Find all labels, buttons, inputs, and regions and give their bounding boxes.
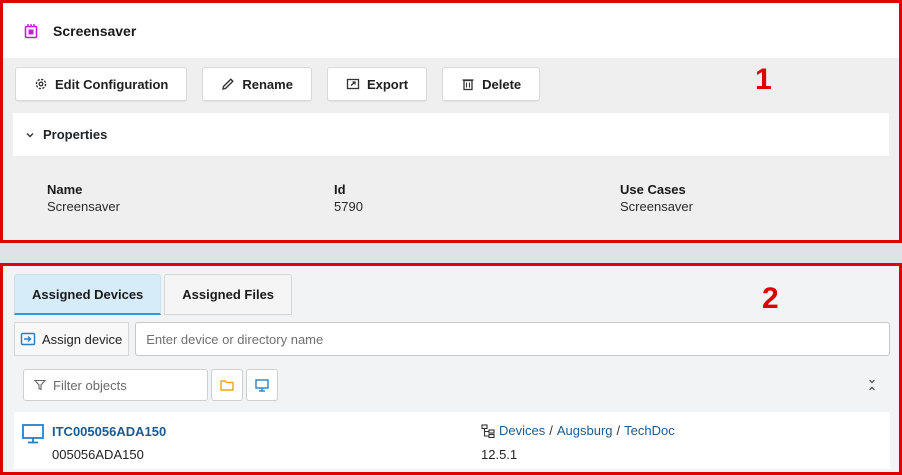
collapse-icon[interactable] [867,378,877,392]
assignment-panel: Assigned Devices Assigned Files 2 Assign… [0,263,902,475]
properties-section: Properties Name Screensaver Id 5790 Use … [13,113,889,238]
breadcrumb: Devices / Augsburg / TechDoc [481,423,675,438]
tab-bar: Assigned Devices Assigned Files [14,274,295,315]
assign-device-label: Assign device [42,331,123,347]
export-button[interactable]: Export [326,67,428,101]
property-name: Name Screensaver [47,182,120,214]
pencil-icon [222,78,235,90]
assign-device-button[interactable]: Assign device [14,322,130,356]
breadcrumb-separator: / [549,423,553,438]
export-label: Export [366,76,409,92]
edit-configuration-button[interactable]: Edit Configuration [15,67,188,101]
filter-placeholder: Filter objects [53,377,127,393]
properties-title: Properties [43,127,108,142]
properties-header[interactable]: Properties [13,113,889,156]
monitor-icon [22,424,44,444]
breadcrumb-techdoc[interactable]: TechDoc [624,423,675,438]
delete-button[interactable]: Delete [442,67,541,101]
rename-button[interactable]: Rename [202,67,312,101]
property-value: Screensaver [620,199,693,214]
device-name-link[interactable]: ITC005056ADA150 [52,424,166,439]
filter-input[interactable]: Filter objects [23,369,208,401]
filter-row: Filter objects [23,368,879,402]
chevron-down-icon [26,132,34,137]
device-search-input[interactable] [135,322,890,356]
device-mac: 005056ADA150 [52,447,144,462]
property-key: Use Cases [620,182,686,197]
folder-icon [220,380,234,391]
show-directories-button[interactable] [211,369,243,401]
delete-label: Delete [482,76,522,92]
properties-body: Name Screensaver Id 5790 Use Cases Scree… [13,156,889,238]
edit-configuration-label: Edit Configuration [55,76,169,92]
page-title: Screensaver [53,22,137,39]
assign-icon [20,332,36,346]
title-bar: Screensaver [3,3,899,58]
tab-assigned-files[interactable]: Assigned Files [164,274,293,315]
property-use-cases: Use Cases Screensaver [620,182,693,214]
tab-assigned-devices[interactable]: Assigned Devices [14,274,162,315]
property-value: Screensaver [47,199,120,214]
property-key: Id [334,182,346,197]
show-devices-button[interactable] [246,369,278,401]
trash-icon [462,79,474,91]
annotation-label-1: 1 [755,63,772,96]
property-id: Id 5790 [334,182,363,214]
monitor-icon [255,378,269,392]
property-key: Name [47,182,83,197]
assign-row: Assign device [14,321,890,357]
property-value: 5790 [334,199,363,214]
breadcrumb-devices[interactable]: Devices [499,423,545,438]
gear-icon [35,78,47,90]
breadcrumb-separator: / [616,423,621,438]
rename-label: Rename [242,76,293,92]
annotation-label-2: 2 [762,282,779,315]
breadcrumb-augsburg[interactable]: Augsburg [557,423,613,438]
directory-tree-icon [481,423,495,438]
device-version: 12.5.1 [481,447,518,462]
filter-icon [34,379,46,391]
profile-icon [23,23,39,39]
export-icon [346,78,360,90]
configuration-panel: Screensaver Edit Configuration Rename Ex… [0,0,902,243]
table-row[interactable]: ITC005056ADA150 005056ADA150 Devices / A… [14,412,890,469]
